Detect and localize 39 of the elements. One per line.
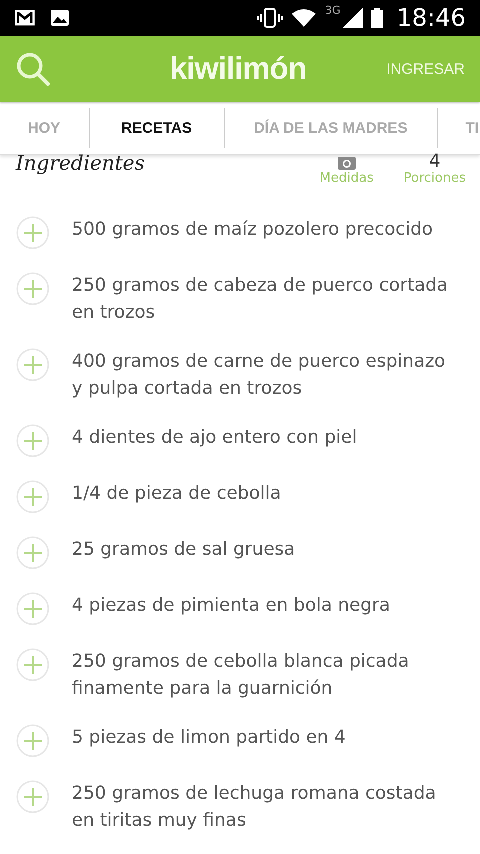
mail-icon [14, 9, 36, 27]
ingredient-text: 4 dientes de ajo entero con piel [72, 426, 358, 450]
search-icon[interactable] [16, 52, 50, 86]
section-title: Ingredientes [16, 151, 146, 175]
ingredient-text: 250 gramos de lechuga romana costada en tiritas muy finas [72, 782, 438, 833]
ingredient-text: 4 piezas de pimienta en bola negra [72, 594, 392, 618]
category-tab[interactable]: HOY [0, 108, 90, 148]
ingredient-text: 5 piezas de limon partido en 4 [72, 726, 347, 750]
category-tab[interactable]: TI [438, 108, 480, 148]
add-icon[interactable] [16, 536, 50, 570]
measures-label[interactable]: Medidas [320, 171, 374, 186]
signal-icon [342, 8, 363, 28]
battery-icon [370, 8, 383, 28]
vibrate-icon [257, 8, 284, 28]
ingredient-text: 500 gramos de maíz pozolero precocido [72, 218, 434, 242]
add-icon[interactable] [16, 724, 50, 758]
app-logo: kiwilimón [168, 51, 308, 87]
portions-value[interactable]: 4 [429, 153, 441, 171]
login-button[interactable]: INGRESAR [386, 60, 465, 78]
ingredient-text: 1/4 de pieza de cebolla [72, 482, 282, 506]
network-label: 3G [325, 4, 341, 17]
clock-time: 18:46 [396, 4, 466, 32]
ingredient-text: 25 gramos de sal gruesa [72, 538, 296, 562]
add-icon[interactable] [16, 480, 50, 514]
ingredient-text: 250 gramos de cabeza de puerco cortada en trozos [72, 274, 450, 325]
add-icon[interactable] [16, 648, 50, 682]
ingredient-text: 400 gramos de carne de puerco espinazo y pulpa cortada en trozos [72, 350, 447, 401]
add-icon[interactable] [16, 348, 50, 382]
add-icon[interactable] [16, 272, 50, 306]
image-icon [50, 9, 70, 27]
category-tab[interactable]: RECETAS [90, 108, 226, 148]
category-tab[interactable]: DÍA DE LAS MADRES [225, 108, 438, 148]
add-icon[interactable] [16, 216, 50, 250]
add-icon[interactable] [16, 424, 50, 458]
add-icon[interactable] [16, 592, 50, 626]
wifi-icon [291, 9, 318, 27]
portions-label[interactable]: Porciones [404, 171, 466, 186]
add-icon[interactable] [16, 780, 50, 814]
ingredient-text: 250 gramos de cebolla blanca picada finamente para la guarnición [72, 650, 410, 701]
